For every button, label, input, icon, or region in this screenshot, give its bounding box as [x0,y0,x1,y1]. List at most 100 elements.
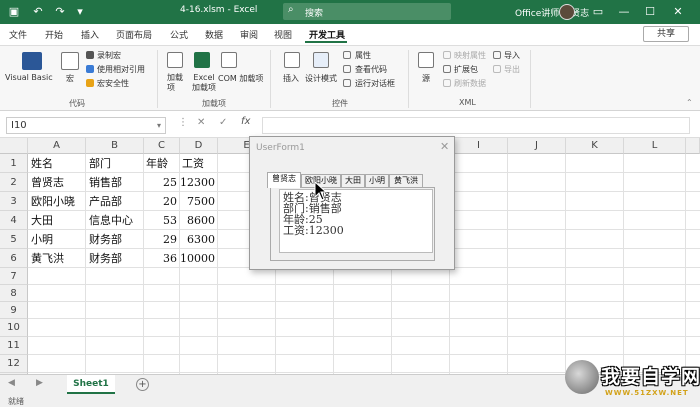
cell-c3[interactable]: 20 [144,193,177,210]
cell-b2[interactable]: 销售部 [89,174,143,191]
minimize-icon[interactable]: — [614,4,634,20]
column-header-k[interactable]: K [566,138,624,154]
customize-toolbar-icon[interactable]: ▾ [72,4,88,20]
properties-button[interactable]: 属性 [355,50,371,61]
cell-d2[interactable]: 12300 [180,174,215,191]
import-button[interactable]: 导入 [504,50,520,61]
cell-a1[interactable]: 姓名 [31,155,85,172]
cell-d3[interactable]: 7500 [180,193,215,210]
tab-insert[interactable]: 插入 [81,28,99,41]
close-icon[interactable]: ✕ [440,140,449,153]
cell-d1[interactable]: 工资 [182,155,217,172]
row-header[interactable]: 2 [0,173,28,192]
column-header-l[interactable]: L [624,138,686,154]
cell-a2[interactable]: 曾贤志 [31,174,85,191]
add-sheet-icon[interactable]: + [136,378,149,391]
cell-c4[interactable]: 53 [144,212,177,229]
tab-page-0[interactable]: 曾贤志 [267,172,301,188]
cell-b1[interactable]: 部门 [89,155,143,172]
export-button[interactable]: 导出 [504,64,520,75]
cell-d6[interactable]: 10000 [180,250,215,267]
cell-a3[interactable]: 欧阳小晓 [31,193,85,210]
addins-button[interactable]: 加载项 [167,73,185,93]
column-header-j[interactable]: J [508,138,566,154]
cell-b4[interactable]: 信息中心 [89,212,143,229]
com-addins-button[interactable]: COM 加载项 [218,73,263,84]
row-header[interactable]: 12 [0,355,28,373]
tab-page-2[interactable]: 大田 [341,174,365,187]
run-dialog-button[interactable]: 运行对话框 [355,78,395,89]
enter-icon[interactable]: ✓ [219,117,227,128]
visual-basic-button[interactable]: Visual Basic [5,73,53,82]
row-header[interactable]: 7 [0,268,28,285]
view-code-button[interactable]: 查看代码 [355,64,387,75]
cell-a5[interactable]: 小明 [31,231,85,248]
excel-addins-button[interactable]: Excel 加载项 [191,73,217,93]
avatar[interactable] [559,4,575,20]
user-name[interactable]: Office讲师 曾贤志 [515,6,589,19]
tab-page-3[interactable]: 小明 [365,174,389,187]
map-properties-button[interactable]: 映射属性 [454,50,486,61]
cell-b3[interactable]: 产品部 [89,193,143,210]
tab-page-4[interactable]: 黄飞洪 [389,174,423,187]
refresh-data-button[interactable]: 刷新数据 [454,78,486,89]
formula-input[interactable] [262,117,690,134]
tab-formulas[interactable]: 公式 [170,28,188,41]
tab-review[interactable]: 审阅 [240,28,258,41]
next-sheet-icon[interactable]: ▶ [36,378,43,388]
row-header[interactable]: 9 [0,302,28,319]
record-macro-button[interactable]: 录制宏 [97,50,121,61]
tab-file[interactable]: 文件 [9,28,27,41]
insert-control-button[interactable]: 插入 [283,73,299,84]
column-header-a[interactable]: A [28,138,86,154]
cell-b6[interactable]: 财务部 [89,250,143,267]
cell-c2[interactable]: 25 [144,174,177,191]
info-textbox[interactable]: 姓名:曾贤志 部门:销售部 年龄:25 工资:12300 [279,189,433,253]
row-header[interactable]: 10 [0,319,28,337]
column-header-b[interactable]: B [86,138,144,154]
row-header[interactable]: 6 [0,249,28,268]
undo-icon[interactable]: ↶ [30,4,46,20]
prev-sheet-icon[interactable]: ◀ [8,378,15,388]
cell-c1[interactable]: 年龄 [146,155,179,172]
search-box[interactable]: ⌕ 搜索 [283,3,451,20]
column-header-i[interactable]: I [450,138,508,154]
ribbon-display-icon[interactable]: ▭ [588,4,608,20]
chevron-down-icon[interactable]: ▾ [157,118,161,133]
cell-d5[interactable]: 6300 [180,231,215,248]
redo-icon[interactable]: ↷ [52,4,68,20]
select-all-corner[interactable] [0,138,28,154]
design-mode-button[interactable]: 设计模式 [305,73,337,84]
cell-a4[interactable]: 大田 [31,212,85,229]
row-header[interactable]: 5 [0,230,28,249]
cancel-icon[interactable]: ✕ [197,117,205,128]
row-header[interactable]: 8 [0,285,28,302]
row-header[interactable]: 4 [0,211,28,230]
cell-a6[interactable]: 黄飞洪 [31,250,85,267]
maximize-icon[interactable]: ☐ [640,4,660,20]
row-header[interactable]: 3 [0,192,28,211]
name-box[interactable]: I10 ▾ [6,117,166,134]
share-button[interactable]: 共享 [643,26,689,42]
userform-dialog[interactable]: UserForm1 ✕ 曾贤志 欧阳小晓 大田 小明 黄飞洪 姓名:曾贤志 部门… [249,136,455,270]
tab-home[interactable]: 开始 [45,28,63,41]
row-header[interactable]: 1 [0,154,28,173]
tab-data[interactable]: 数据 [205,28,223,41]
tab-developer[interactable]: 开发工具 [309,28,345,41]
macros-button[interactable]: 宏 [66,73,74,84]
relative-reference-button[interactable]: 使用相对引用 [97,64,145,75]
macro-security-button[interactable]: 宏安全性 [97,78,129,89]
column-header-d[interactable]: D [180,138,218,154]
expansion-pack-button[interactable]: 扩展包 [454,64,478,75]
xml-source-button[interactable]: 源 [422,73,430,84]
cell-c5[interactable]: 29 [144,231,177,248]
vertical-scrollbar[interactable] [686,138,700,154]
sheet-tab[interactable]: Sheet1 [67,375,115,394]
cell-d4[interactable]: 8600 [180,212,215,229]
collapse-ribbon-icon[interactable]: ⌃ [686,98,693,107]
cell-c6[interactable]: 36 [144,250,177,267]
tab-page-layout[interactable]: 页面布局 [116,28,152,41]
insert-function-icon[interactable]: fx [241,116,250,127]
column-header-c[interactable]: C [144,138,180,154]
save-icon[interactable]: ▣ [6,4,22,20]
